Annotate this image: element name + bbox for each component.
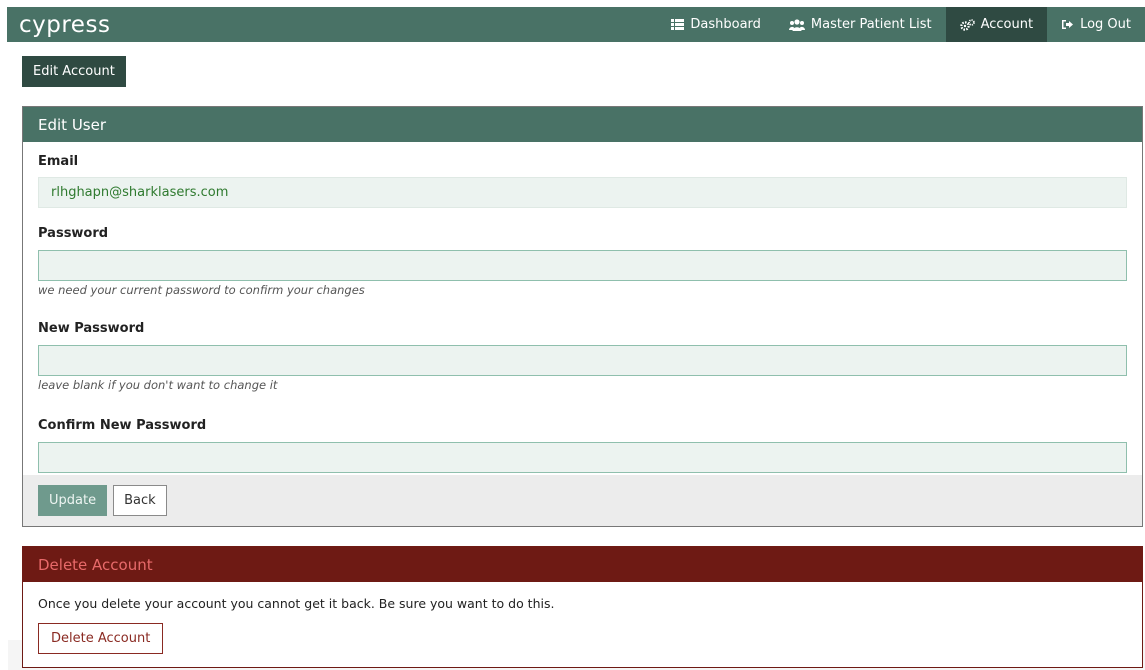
edit-user-panel: Edit User Email rlhghapn@sharklasers.com… [22,106,1143,527]
gears-icon [959,18,975,31]
password-label: Password [38,226,109,241]
list-icon [671,19,685,30]
back-button[interactable]: Back [113,485,167,516]
nav-master-patient-list[interactable]: Master Patient List [775,7,946,42]
edit-user-form: Email rlhghapn@sharklasers.com Password … [23,142,1142,473]
new-password-label: New Password [38,321,145,336]
nav-master-patient-list-label: Master Patient List [810,17,932,32]
nav-account-label: Account [980,17,1034,32]
sign-out-icon [1061,19,1074,30]
top-navbar: cypress Dashboard Master Patient List Ac… [7,7,1145,42]
nav-account[interactable]: Account [945,7,1048,42]
nav-dashboard[interactable]: Dashboard [657,7,775,42]
new-password-input[interactable] [38,345,1127,376]
password-hint: we need your current password to confirm… [38,283,365,297]
email-label: Email [38,154,79,169]
new-password-hint: leave blank if you don't want to change … [38,378,278,392]
password-input[interactable] [38,250,1127,281]
nav-dashboard-label: Dashboard [690,17,761,32]
users-icon [788,18,805,31]
form-actions: Update Back [23,475,1142,526]
nav-log-out-label: Log Out [1080,17,1131,32]
confirm-password-input[interactable] [38,442,1127,473]
confirm-password-label: Confirm New Password [38,418,207,433]
delete-account-panel: Delete Account Once you delete your acco… [22,546,1143,668]
update-button[interactable]: Update [38,485,108,516]
email-field: rlhghapn@sharklasers.com [38,177,1127,208]
edit-account-tab[interactable]: Edit Account [22,56,126,87]
delete-account-title: Delete Account [23,547,1142,582]
edit-user-title: Edit User [23,107,1142,142]
delete-account-button[interactable]: Delete Account [38,623,164,654]
nav-log-out[interactable]: Log Out [1047,7,1145,42]
main-nav: Dashboard Master Patient List Account Lo… [657,7,1145,42]
brand-logo[interactable]: cypress [7,12,110,38]
delete-account-message: Once you delete your account you cannot … [38,596,555,611]
